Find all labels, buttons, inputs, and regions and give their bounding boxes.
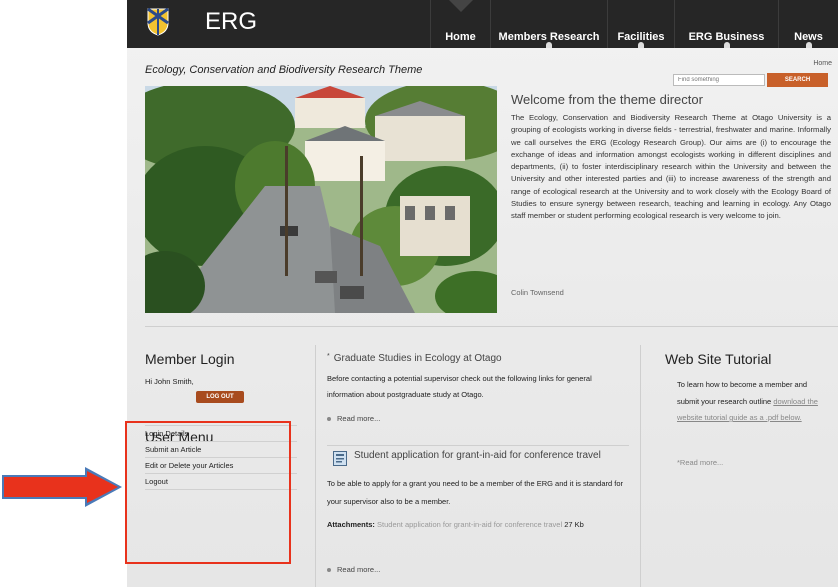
site-name[interactable]: ERG xyxy=(205,8,257,36)
tutorial-read-more-link[interactable]: *Read more... xyxy=(677,458,723,467)
search-input[interactable] xyxy=(673,74,765,86)
column-divider xyxy=(315,345,316,587)
nav-dot-icon xyxy=(723,42,730,48)
bullet-icon xyxy=(327,417,331,422)
breadcrumb[interactable]: Home xyxy=(813,60,832,67)
user-menu-highlight-box xyxy=(125,421,291,564)
top-nav-bar: ERG Home Members Research Facilities ERG… xyxy=(127,0,838,48)
tutorial-body: To learn how to become a member and subm… xyxy=(677,377,827,427)
read-more-label: Read more... xyxy=(337,414,381,423)
nav-dot-icon xyxy=(805,42,812,48)
hero-photo xyxy=(145,86,497,313)
read-more-link[interactable]: Read more... xyxy=(327,414,380,423)
attachment-link[interactable]: Student application for grant-in-aid for… xyxy=(377,520,562,529)
search-button[interactable]: SEARCH xyxy=(767,73,828,87)
nav-dot-icon xyxy=(638,42,644,48)
read-more-link[interactable]: Read more... xyxy=(327,565,380,574)
article-body: Before contacting a potential supervisor… xyxy=(327,374,592,399)
article-bullet-icon: * xyxy=(327,353,330,360)
read-more-label: Read more... xyxy=(337,565,381,574)
site-tagline: Ecology, Conservation and Biodiversity R… xyxy=(145,64,423,76)
article-attachments: Attachments: Student application for gra… xyxy=(327,517,627,533)
attachment-size: 27 Kb xyxy=(564,520,584,529)
logout-button[interactable]: LOG OUT xyxy=(196,391,244,403)
login-greeting: Hi John Smith, xyxy=(145,377,194,386)
tutorial-title: Web Site Tutorial xyxy=(665,351,772,367)
nav-home-label: Home xyxy=(445,31,476,43)
nav-home[interactable]: Home xyxy=(430,0,490,48)
section-divider xyxy=(145,326,838,327)
university-crest-icon[interactable] xyxy=(147,8,169,36)
member-login-title: Member Login xyxy=(145,351,235,367)
article-title[interactable]: * Graduate Studies in Ecology at Otago xyxy=(327,353,502,364)
article-title-text: Graduate Studies in Ecology at Otago xyxy=(333,353,502,364)
pointer-arrow-icon xyxy=(2,467,122,507)
welcome-signature: Colin Townsend xyxy=(511,288,564,297)
document-icon xyxy=(333,451,347,466)
column-divider xyxy=(640,345,641,587)
article-title[interactable]: Student application for grant-in-aid for… xyxy=(354,451,624,461)
nav-members-research[interactable]: Members Research xyxy=(490,0,607,48)
nav-news[interactable]: News xyxy=(778,0,838,48)
nav-erg-business[interactable]: ERG Business xyxy=(674,0,778,48)
article-divider xyxy=(327,445,629,446)
welcome-title: Welcome from the theme director xyxy=(511,92,703,107)
bullet-icon xyxy=(327,568,331,573)
nav-dot-icon xyxy=(546,42,552,48)
welcome-body: The Ecology, Conservation and Biodiversi… xyxy=(511,113,831,221)
article-body: To be able to apply for a grant you need… xyxy=(327,479,624,506)
attachments-label: Attachments: xyxy=(327,520,375,529)
nav-facilities[interactable]: Facilities xyxy=(607,0,674,48)
